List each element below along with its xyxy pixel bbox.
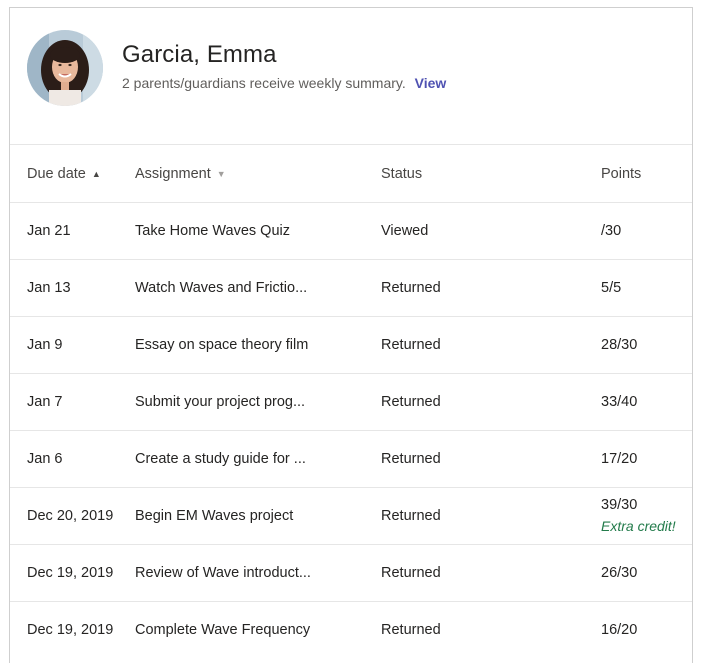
column-header-assignment[interactable]: Assignment ▼ [135,145,226,202]
due-date-cell: Dec 19, 2019 [27,622,114,638]
due-date-cell: Dec 20, 2019 [27,508,114,524]
column-header-assignment-label: Assignment [135,165,211,182]
guardian-summary-text: 2 parents/guardians receive weekly summa… [122,75,406,91]
status-cell: Returned [381,394,441,410]
column-header-due-date-label: Due date [27,165,86,182]
student-avatar [27,30,103,106]
avatar-photo [27,30,103,106]
table-row[interactable]: Dec 19, 2019 Complete Wave Frequency Ret… [10,601,692,658]
column-header-status: Status [381,165,423,182]
assignment-cell[interactable]: Review of Wave introduct... [135,545,311,601]
assignment-cell[interactable]: Essay on space theory film [135,317,308,373]
points-stack: 39/30 Extra credit! [601,495,676,538]
status-cell: Returned [381,508,441,524]
table-row[interactable]: Jan 7 Submit your project prog... Return… [10,373,692,430]
status-cell: Returned [381,451,441,467]
table-row[interactable]: Jan 9 Essay on space theory film Returne… [10,316,692,373]
table-header-row: Due date ▲ Assignment ▼ Status Points [10,144,692,202]
due-date-cell: Jan 9 [27,337,63,353]
due-date-cell: Dec 19, 2019 [27,565,114,581]
due-date-cell: Jan 6 [27,451,63,467]
student-name: Garcia, Emma [122,41,277,68]
status-cell: Returned [381,337,441,353]
points-cell: 39/30 Extra credit! [601,488,676,544]
status-cell: Returned [381,622,441,638]
assignment-cell[interactable]: Complete Wave Frequency [135,602,310,658]
sort-ascending-icon: ▲ [91,168,101,179]
due-date-cell: Jan 21 [27,223,71,239]
status-cell: Returned [381,565,441,581]
due-date-cell: Jan 13 [27,280,71,296]
assignment-cell[interactable]: Create a study guide for ... [135,431,306,487]
due-date-cell: Jan 7 [27,394,63,410]
table-row[interactable]: Jan 13 Watch Waves and Frictio... Return… [10,259,692,316]
table-row[interactable]: Jan 6 Create a study guide for ... Retur… [10,430,692,487]
points-cell: /30 [601,223,622,239]
student-summary-panel: Garcia, Emma 2 parents/guardians receive… [9,7,693,663]
sort-descending-icon: ▼ [216,168,226,179]
points-cell: 16/20 [601,622,638,638]
assignment-cell[interactable]: Submit your project prog... [135,374,305,430]
points-value: 39/30 [601,496,638,513]
assignment-cell[interactable]: Watch Waves and Frictio... [135,260,307,316]
assignment-cell[interactable]: Begin EM Waves project [135,488,293,544]
status-cell: Returned [381,280,441,296]
points-cell: 28/30 [601,337,638,353]
column-header-due-date[interactable]: Due date ▲ [27,145,101,202]
column-header-points: Points [601,165,642,182]
assignments-table: Due date ▲ Assignment ▼ Status Points Ja… [10,144,692,658]
assignment-cell[interactable]: Take Home Waves Quiz [135,203,290,259]
points-cell: 17/20 [601,451,638,467]
points-cell: 26/30 [601,565,638,581]
status-cell: Viewed [381,223,429,239]
extra-credit-note: Extra credit! [601,518,676,535]
table-row[interactable]: Dec 20, 2019 Begin EM Waves project Retu… [10,487,692,544]
points-cell: 33/40 [601,394,638,410]
view-guardians-link[interactable]: View [415,75,447,91]
points-cell: 5/5 [601,280,622,296]
table-row[interactable]: Jan 21 Take Home Waves Quiz Viewed /30 [10,202,692,259]
guardian-summary: 2 parents/guardians receive weekly summa… [122,75,446,91]
student-header: Garcia, Emma 2 parents/guardians receive… [10,8,692,144]
table-row[interactable]: Dec 19, 2019 Review of Wave introduct...… [10,544,692,601]
